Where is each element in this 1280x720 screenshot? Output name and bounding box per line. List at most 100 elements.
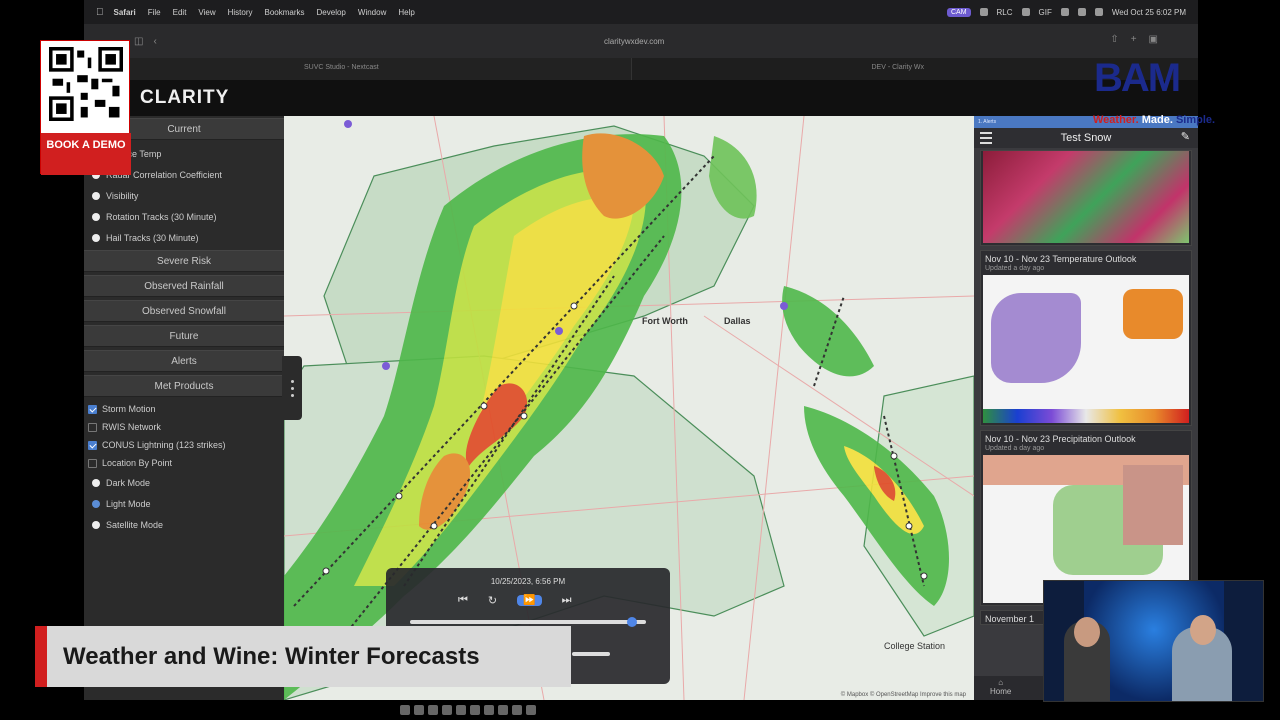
dock-app-icon[interactable]	[498, 705, 508, 715]
camera-status-chip[interactable]: CAM	[946, 7, 971, 17]
tagline-word: Made.	[1141, 114, 1173, 126]
checkbox-checked[interactable]	[88, 404, 97, 414]
menu-datetime[interactable]: Wed Oct 25 6:02 PM	[1112, 8, 1186, 17]
book-demo-label[interactable]: BOOK A DEMO	[41, 133, 131, 175]
section-severe-risk[interactable]: Severe Risk	[84, 250, 284, 272]
checkbox[interactable]	[88, 458, 97, 468]
mode-item[interactable]: Light Mode	[84, 493, 284, 514]
layer-label: Rotation Tracks (30 Minute)	[106, 211, 217, 222]
section-observed-rainfall[interactable]: Observed Rainfall	[84, 275, 284, 297]
browser-chrome: ◫ ‹ claritywxdev.com ⇧ + ▣ SUVC Studio -…	[84, 24, 1198, 80]
hamburger-icon[interactable]	[980, 132, 992, 147]
product-card[interactable]	[980, 150, 1192, 246]
brand-tagline: Weather. Made. Simple.	[1093, 114, 1215, 126]
dock-app-icon[interactable]	[414, 705, 424, 715]
radio-selected-icon[interactable]	[92, 499, 100, 508]
speed-slider[interactable]	[572, 652, 610, 656]
mode-label: Dark Mode	[106, 477, 151, 488]
dock-app-icon[interactable]	[512, 705, 522, 715]
radio-icon[interactable]	[92, 478, 100, 487]
product-item[interactable]: CONUS Lightning (123 strikes)	[84, 436, 284, 454]
radio-icon[interactable]	[92, 212, 100, 221]
timeline-thumb[interactable]	[627, 617, 637, 627]
skip-back-icon[interactable]: ⏮	[458, 594, 468, 607]
dock-app-icon[interactable]	[456, 705, 466, 715]
tabs-overview-icon[interactable]: ▣	[1149, 34, 1158, 45]
section-observed-snowfall[interactable]: Observed Snowfall	[84, 300, 284, 322]
menu-app-name[interactable]: Safari	[114, 8, 136, 17]
clarity-logo[interactable]: CLARITY	[140, 87, 229, 109]
new-tab-icon[interactable]: +	[1131, 34, 1137, 45]
skip-forward-icon[interactable]: ⏭	[562, 594, 572, 607]
product-item[interactable]: Location By Point	[84, 454, 284, 472]
player-timestamp: 10/25/2023, 6:56 PM	[490, 577, 566, 586]
layer-item[interactable]: Rotation Tracks (30 Minute)	[84, 206, 284, 227]
card-title: Nov 10 - Nov 23 Temperature Outlook	[985, 254, 1137, 264]
tab-studio[interactable]: SUVC Studio - Nextcast	[84, 58, 632, 80]
qr-promo[interactable]: BOOK A DEMO	[40, 40, 131, 175]
temperature-outlook-thumbnail	[983, 275, 1189, 423]
product-label: Storm Motion	[102, 404, 156, 414]
section-met-products[interactable]: Met Products	[84, 375, 284, 397]
snow-map-thumbnail	[983, 151, 1189, 243]
product-card[interactable]: Nov 10 - Nov 23 Temperature Outlook Upda…	[980, 250, 1192, 426]
layer-item[interactable]: Hail Tracks (30 Minute)	[84, 227, 284, 248]
radio-icon[interactable]	[92, 233, 100, 242]
presenter-webcam	[1043, 580, 1264, 702]
radio-icon[interactable]	[92, 191, 100, 200]
mode-label: Satellite Mode	[106, 519, 164, 530]
gif-status[interactable]: GIF	[1039, 8, 1052, 17]
menu-develop[interactable]: Develop	[317, 8, 346, 17]
layer-item[interactable]: Visibility	[84, 185, 284, 206]
checkbox-checked[interactable]	[88, 440, 97, 450]
player-controls: ⏮ ↻ ⏩ ⏭	[458, 594, 571, 607]
menu-help[interactable]: Help	[398, 8, 414, 17]
timeline-slider[interactable]	[410, 617, 646, 627]
fast-forward-button[interactable]: ⏩	[517, 595, 542, 606]
menu-view[interactable]: View	[198, 8, 215, 17]
mode-item[interactable]: Dark Mode	[84, 472, 284, 493]
loop-icon[interactable]: ↻	[488, 594, 497, 607]
bam-wordmark: BAM	[1094, 56, 1181, 100]
menu-edit[interactable]: Edit	[173, 8, 187, 17]
dock-app-icon[interactable]	[484, 705, 494, 715]
status-icon[interactable]	[1021, 8, 1030, 16]
menu-window[interactable]: Window	[358, 8, 386, 17]
product-item[interactable]: Storm Motion	[84, 400, 284, 418]
status-icon[interactable]	[1060, 8, 1069, 16]
city-label: College Station	[884, 641, 946, 651]
status-icon[interactable]	[979, 8, 988, 16]
app-header: CLARITY	[84, 80, 1198, 116]
menu-bookmarks[interactable]: Bookmarks	[265, 8, 305, 17]
search-icon[interactable]	[1094, 8, 1103, 16]
radio-icon[interactable]	[92, 520, 100, 529]
back-icon[interactable]: ‹	[153, 36, 156, 47]
menu-history[interactable]: History	[228, 8, 253, 17]
layer-label: Hail Tracks (30 Minute)	[106, 232, 199, 243]
address-bar[interactable]: claritywxdev.com	[604, 37, 664, 46]
bam-brand-logo: BAM Weather. Made. Simple.	[1092, 52, 1242, 132]
mac-dock	[400, 702, 880, 718]
qr-code-icon	[49, 47, 123, 121]
wifi-icon[interactable]	[1077, 8, 1086, 16]
dock-app-icon[interactable]	[400, 705, 410, 715]
section-alerts[interactable]: Alerts	[84, 350, 284, 372]
share-icon[interactable]: ⇧	[1110, 34, 1118, 45]
sidebar-toggle-icon[interactable]: ◫	[134, 36, 143, 47]
mode-item[interactable]: Satellite Mode	[84, 514, 284, 535]
home-tab[interactable]: ⌂ Home	[990, 678, 1011, 696]
dock-app-icon[interactable]	[526, 705, 536, 715]
map-attribution[interactable]: © Mapbox © OpenStreetMap Improve this ma…	[841, 692, 966, 698]
product-item[interactable]: RWIS Network	[84, 418, 284, 436]
checkbox[interactable]	[88, 422, 97, 432]
card-updated: Updated a day ago	[985, 445, 1045, 452]
panel-drag-handle[interactable]	[282, 356, 302, 420]
section-future[interactable]: Future	[84, 325, 284, 347]
dock-app-icon[interactable]	[428, 705, 438, 715]
apple-icon[interactable]: 	[96, 7, 104, 18]
status-text[interactable]: RLC	[997, 8, 1013, 17]
layer-sidebar: Current Surface Temp Radar Correlation C…	[84, 116, 284, 700]
dock-app-icon[interactable]	[470, 705, 480, 715]
dock-app-icon[interactable]	[442, 705, 452, 715]
menu-file[interactable]: File	[148, 8, 161, 17]
